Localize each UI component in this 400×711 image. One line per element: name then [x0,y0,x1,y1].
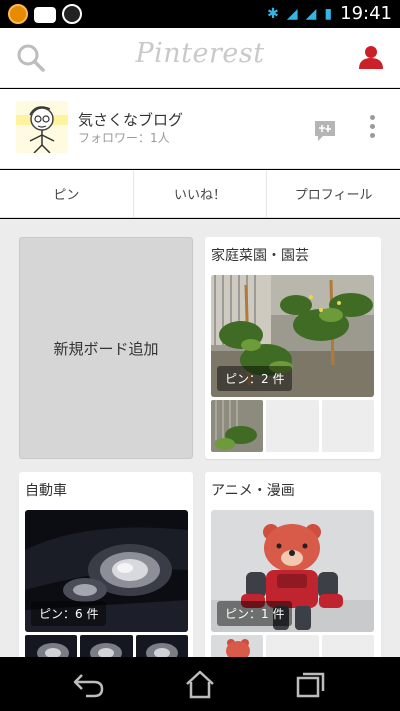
profile-header: 気さくなブログ フォロワー：1人 [0,89,400,169]
recents-icon[interactable] [294,669,328,699]
follower-count[interactable]: フォロワー：1人 [78,129,170,146]
board-thumbnails [211,635,374,657]
bluetooth-icon: ✱ [267,5,279,22]
battery-icon: ▮ [324,5,333,22]
board-thumbnails [211,400,374,452]
thumbnail [80,635,133,657]
user-icon[interactable] [358,44,384,70]
tab-pins[interactable]: ピン [0,170,134,217]
app-notification-icon [8,4,28,24]
board-thumbnails [25,635,188,657]
board-cover-image: ピン：6 件 [25,510,188,632]
signal-icon: ◢ [305,5,317,22]
wifi-icon: ◢ [286,5,298,22]
notification-icons [8,4,82,24]
tab-likes[interactable]: いいね！ [134,170,268,217]
thumbnail-empty [321,400,374,452]
pin-count: ピン：6 件 [31,601,107,626]
profile-name: 気さくなブログ [78,111,184,129]
board-title: アニメ・漫画 [211,483,295,499]
app-bar: Pinterest [0,28,400,88]
board-card-anime[interactable]: アニメ・漫画 ピン：1 件 [205,472,381,657]
board-card-car[interactable]: 自動車 ピン：6 件 [19,472,193,657]
system-status: ✱ ◢ ◢ ▮ 19:41 [267,3,392,24]
thumbnail [211,635,264,657]
board-title: 家庭菜園・園芸 [211,248,309,264]
app-logo-icon [62,4,82,24]
board-cover-image: ピン：2 件 [211,275,374,397]
tab-profile[interactable]: プロフィール [267,170,400,217]
add-board-button[interactable]: 新規ボード追加 [19,237,193,459]
status-bar: ✱ ◢ ◢ ▮ 19:41 [0,0,400,28]
thumbnail-empty [266,400,319,452]
home-icon[interactable] [183,669,217,699]
message-icon[interactable] [313,119,337,143]
system-nav-bar [0,657,400,711]
megaphone-icon [34,7,56,23]
more-vert-icon[interactable] [366,115,378,143]
profile-tabs: ピン いいね！ プロフィール [0,170,400,218]
pinterest-logo[interactable]: Pinterest [0,38,400,69]
thumbnail [211,400,264,452]
board-title: 自動車 [25,483,67,499]
board-cover-image: ピン：1 件 [211,510,374,632]
avatar[interactable] [16,101,68,153]
back-icon[interactable] [72,669,106,699]
board-card-garden[interactable]: 家庭菜園・園芸 ピン：2 件 [205,237,381,459]
clock: 19:41 [340,3,392,24]
pin-count: ピン：2 件 [217,366,293,391]
boards-grid: 新規ボード追加 家庭菜園・園芸 ピン：2 件 自動車 ピン：6 件 アニメ・漫画… [0,219,400,657]
thumbnail [25,635,78,657]
thumbnail [135,635,188,657]
thumbnail-empty [266,635,319,657]
thumbnail-empty [321,635,374,657]
pin-count: ピン：1 件 [217,601,293,626]
